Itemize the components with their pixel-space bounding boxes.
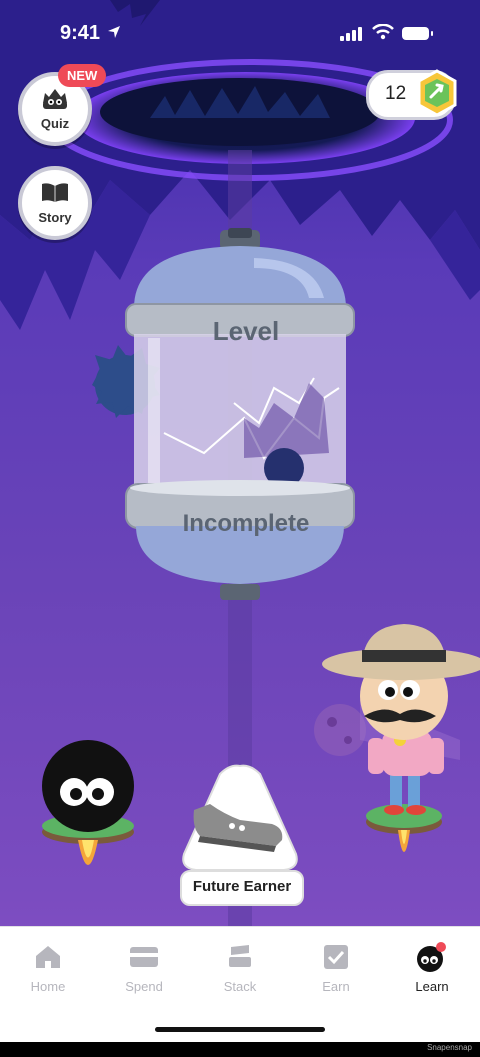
story-label: Story [38,210,72,225]
cellular-signal-icon [340,27,364,46]
coin-count: 12 [385,83,407,104]
level-label: Level [212,316,280,346]
level-capsule[interactable] [124,228,356,604]
card-icon [96,941,192,973]
sneaker-reward-card[interactable] [180,764,300,874]
tab-spend[interactable]: Spend [96,941,192,994]
wifi-icon [372,23,394,45]
tab-bar: Home Spend Stack Earn Learn [0,926,480,1043]
tab-label: Spend [125,979,163,994]
tab-label: Home [30,979,66,994]
mustache-character[interactable] [318,620,480,880]
home-icon [0,941,96,973]
book-icon [40,181,70,208]
tab-label: Learn [415,979,449,994]
stack-icon [192,941,288,973]
coin-counter[interactable]: 12 [366,69,459,122]
tab-home[interactable]: Home [0,941,96,994]
learn-icon [384,941,480,973]
footer-strip: Snapensnap [0,1042,480,1057]
status-bar: 9:41 [0,0,480,60]
learn-screen: 9:41 Quiz NEW Story 12 Level Incomplete … [0,0,480,1057]
incomplete-label: Incomplete [182,510,310,537]
future-earner-label: Future Earner [180,870,304,906]
gem-icon [415,69,459,122]
tab-stack[interactable]: Stack [192,941,288,994]
clock: 9:41 [60,22,101,44]
story-button[interactable]: Story [18,166,92,240]
tab-earn[interactable]: Earn [288,941,384,994]
watermark: Snapensnap [427,1043,472,1052]
quiz-label: Quiz [40,116,70,131]
quiz-monster-icon [39,87,71,114]
tab-label: Stack [223,979,257,994]
fuzzball-character[interactable] [36,740,140,900]
home-indicator[interactable] [155,1027,325,1032]
checkbox-icon [288,941,384,973]
tab-learn[interactable]: Learn [384,941,480,994]
tab-label: Earn [322,979,350,994]
location-arrow-icon [106,24,122,44]
battery-icon [402,27,433,40]
new-badge: NEW [58,64,107,87]
